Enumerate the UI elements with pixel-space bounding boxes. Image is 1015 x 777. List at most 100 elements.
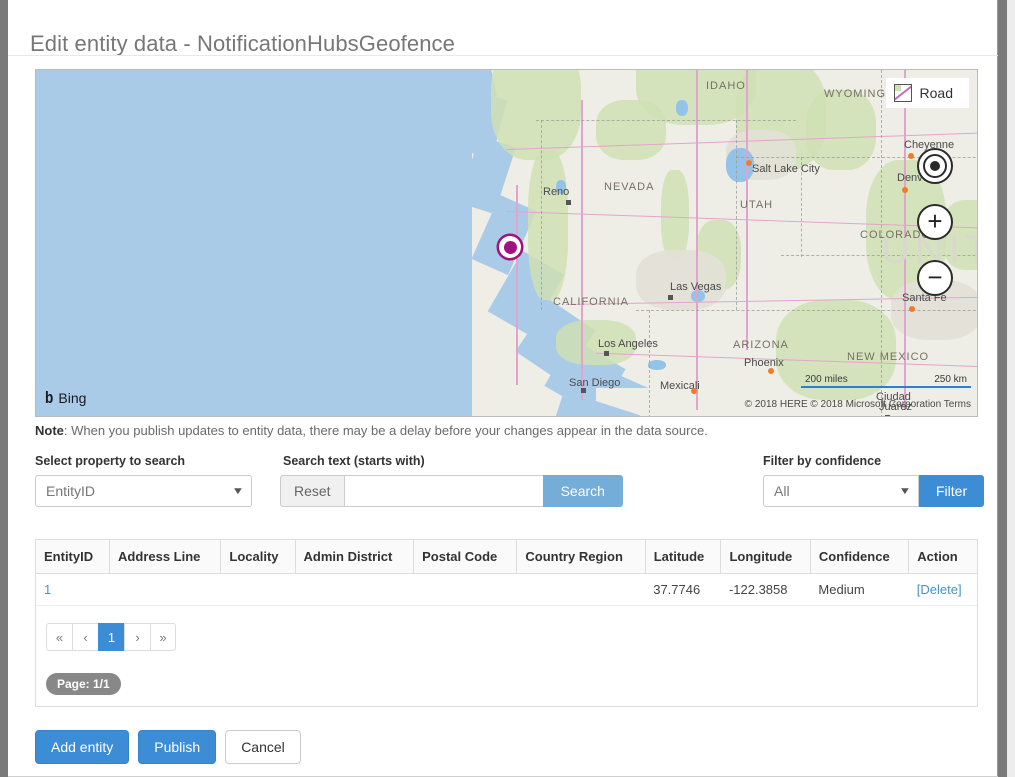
delete-entity-link[interactable]: [Delete] [917,582,962,597]
table-cell-latitude: 37.7746 [645,574,721,606]
map-state-label: UTAH [740,199,773,211]
table-cell-locality [221,574,295,606]
map-city-label: Reno [543,186,569,198]
map-state-label: ARIZONA [733,339,789,351]
table-cell-country-region [517,574,645,606]
map-state-label: NEW MEXICO [847,351,929,363]
map-attribution[interactable]: © 2018 HERE © 2018 Microsoft Corporation… [745,399,971,410]
table-cell-admin-district [295,574,414,606]
table-cell-confidence: Medium [810,574,908,606]
table-column-header: EntityID [36,540,110,574]
map-terrain-6 [661,170,689,260]
map-border-9 [541,120,542,310]
map-locate-button[interactable] [917,148,953,184]
confidence-filter-label: Filter by confidence [763,454,881,468]
map-city-dot [908,153,914,159]
filter-button[interactable]: Filter [919,475,984,507]
property-select[interactable]: EntityID ▼ [35,475,252,507]
entity-table: EntityIDAddress LineLocalityAdmin Distri… [36,540,977,606]
map-entity-pin-core [504,241,517,254]
confidence-select-value: All [774,483,790,499]
chevron-down-icon: ▼ [899,486,912,497]
map-city-dot [668,295,673,300]
map-zoom-in-button[interactable]: + [917,204,953,240]
map-style-icon [894,84,912,102]
publish-button[interactable]: Publish [138,730,216,764]
map-terrain-4 [596,100,666,160]
map-city-dot [909,306,915,312]
map-type-selector[interactable]: Road [886,78,969,108]
search-button[interactable]: Search [543,475,623,507]
form-actions: Add entity Publish Cancel [35,730,301,764]
map-city-dot [885,415,890,417]
map-city-dot [902,187,908,193]
property-search-label: Select property to search [35,454,185,468]
map-city-label: Las Vegas [670,281,721,293]
map-state-label: NEVADA [604,181,654,193]
map-entity-pin[interactable] [499,236,521,258]
bing-logo[interactable]: b Bing [44,389,86,406]
title-divider [8,55,998,56]
add-entity-button[interactable]: Add entity [35,730,129,764]
pagination-first[interactable]: « [46,623,72,651]
map-city-dot [746,160,752,166]
note-body: : When you publish updates to entity dat… [64,423,708,438]
entity-id-link[interactable]: 1 [44,582,51,597]
pagination-area: « ‹ 1 › » Page: 1/1 [36,606,977,706]
cancel-button[interactable]: Cancel [225,730,301,764]
reset-button[interactable]: Reset [280,475,344,507]
bing-logo-label: Bing [58,390,86,406]
note-text: Note: When you publish updates to entity… [35,423,708,438]
map-city-label: San Diego [569,377,620,389]
map-border-4 [636,310,978,311]
map-pacific [36,70,472,417]
page-scrollbar[interactable] [1007,0,1015,777]
table-header-row: EntityIDAddress LineLocalityAdmin Distri… [36,540,977,574]
table-cell-postal-code [414,574,517,606]
pagination[interactable]: « ‹ 1 › » [46,623,176,651]
minus-icon: − [927,264,942,290]
map-state-label: CALIFORNIA [553,296,629,308]
map-scale-bar: 200 miles 250 km [801,374,971,388]
map-city-dot [604,351,609,356]
map-scale-line [801,386,971,388]
map-type-label: Road [920,85,953,101]
table-row: 137.7746-122.3858Medium[Delete] [36,574,977,606]
table-column-header: Latitude [645,540,721,574]
page-status-badge: Page: 1/1 [46,673,121,695]
map-state-label: IDAHO [706,80,746,92]
pagination-last[interactable]: » [150,623,176,651]
table-cell-address-line [110,574,221,606]
map-container[interactable]: UNITED IDAHOWYOMINGNEVADAUTAHCOLORADOCAL… [35,69,978,417]
map-border-8 [649,310,650,417]
table-column-header: Address Line [110,540,221,574]
search-input[interactable] [344,475,543,507]
map-city-label: Los Angeles [598,338,658,350]
map-border-5 [736,120,737,310]
map-scale-km: 250 km [934,374,967,385]
table-column-header: Action [909,540,977,574]
map-lake-salton [648,360,666,370]
table-cell-action: [Delete] [909,574,977,606]
map-zoom-out-button[interactable]: − [917,260,953,296]
map-lake-1 [676,100,688,116]
pagination-page-1[interactable]: 1 [98,623,124,651]
bing-mark-icon: b [45,389,53,406]
map-city-dot [768,368,774,374]
locate-icon [923,154,947,178]
map-canvas[interactable]: UNITED IDAHOWYOMINGNEVADAUTAHCOLORADOCAL… [36,70,977,416]
pagination-prev[interactable]: ‹ [72,623,98,651]
confidence-select[interactable]: All ▼ [763,475,919,507]
table-column-header: Locality [221,540,295,574]
pagination-next[interactable]: › [124,623,150,651]
map-road-5 [581,100,583,400]
map-border-1 [536,120,796,121]
map-city-label: Phoenix [744,357,784,369]
entity-table-head: EntityIDAddress LineLocalityAdmin Distri… [36,540,977,574]
table-column-header: Longitude [721,540,810,574]
page-container: Edit entity data - NotificationHubsGeofe… [8,0,998,777]
map-scale-labels: 200 miles 250 km [801,374,971,386]
note-label: Note [35,423,64,438]
map-road-9 [516,185,518,385]
table-column-header: Admin District [295,540,414,574]
